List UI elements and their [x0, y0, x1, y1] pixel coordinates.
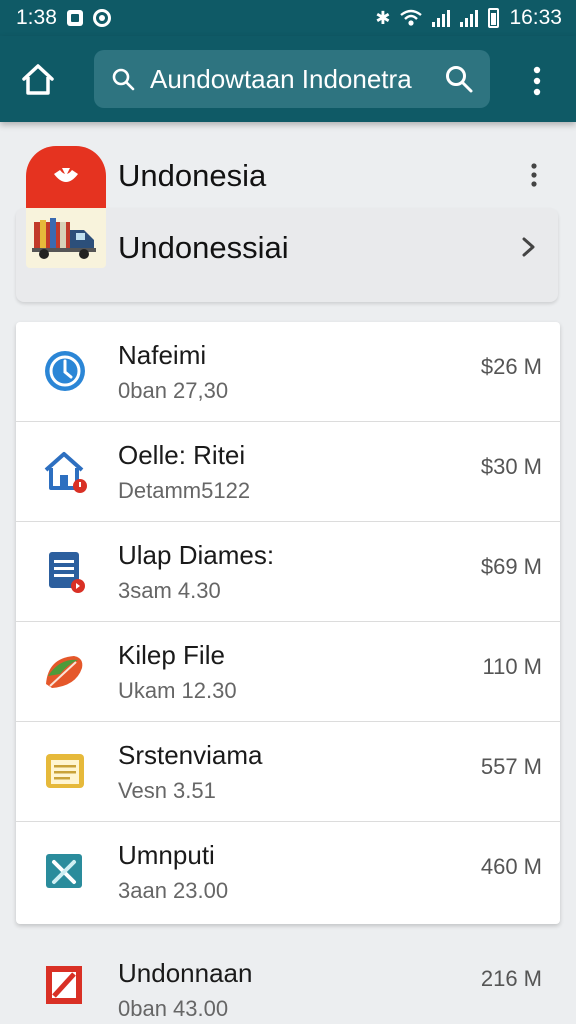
status-bar: 1:38 ✱ 16:33 [0, 0, 576, 36]
app-toolbar [0, 36, 576, 122]
list-item-subtitle: Vesn 3.51 [118, 778, 216, 803]
list-item-bottom[interactable]: Undonnaan 0ban 43.00 216 M [16, 944, 560, 1024]
list-item-subtitle: 0ban 27,30 [118, 378, 229, 403]
list-item-title: Umnputi [118, 840, 215, 870]
search-icon[interactable] [444, 64, 474, 94]
wifi-icon [400, 9, 423, 26]
header-more-vert-icon[interactable] [524, 162, 544, 188]
sync-icon [92, 9, 111, 27]
bluetooth-icon: ✱ [375, 8, 391, 28]
list-item[interactable]: Ulap Diames: 3sam 4.30 $69 M [16, 522, 560, 622]
list-item[interactable]: Oelle: Ritei Detamm5122 $30 M [16, 422, 560, 522]
search-lead-icon [112, 68, 135, 91]
leaf-icon [46, 656, 83, 688]
file-list: Nafeimi 0ban 27,30 $26 M Oelle: Ritei De… [16, 322, 560, 924]
status-left: 1:38 [16, 6, 111, 30]
chevron-right-icon[interactable] [518, 236, 538, 258]
list-item[interactable]: Nafeimi 0ban 27,30 $26 M [16, 322, 560, 422]
signal-icon-2 [460, 9, 479, 27]
list-item-subtitle: Ukam 12.30 [118, 678, 237, 703]
logo-bottom-area [26, 208, 106, 268]
search-input[interactable] [150, 63, 444, 95]
app-header-card: Undonessiai Undonesia [16, 146, 558, 302]
list-item-subtitle: 3aan 23.00 [118, 878, 229, 903]
status-time-right: 16:33 [509, 6, 562, 29]
list-item-subtitle: 3sam 4.30 [118, 578, 221, 603]
more-vert-icon[interactable] [522, 64, 552, 98]
home-icon[interactable] [18, 60, 58, 100]
search-bar[interactable] [94, 50, 490, 108]
list-item-title: Undonnaan [118, 958, 253, 988]
list-item[interactable]: Umnputi 3aan 23.00 460 M [16, 822, 560, 922]
house-icon [44, 452, 87, 493]
list-item-subtitle: Detamm5122 [118, 478, 251, 503]
notepad-icon [46, 754, 84, 788]
list-item-size: $26 M [480, 354, 542, 379]
signal-icon [432, 9, 451, 27]
list-item[interactable]: Srstenviama Vesn 3.51 557 M [16, 722, 560, 822]
pdf-icon [46, 966, 82, 1004]
list-item-title: Srstenviama [118, 740, 263, 770]
list-item-size: 460 M [480, 854, 542, 879]
clock-icon [45, 351, 85, 391]
document-icon [49, 552, 85, 593]
list-item-size: $69 M [480, 554, 542, 579]
header-title: Undonesia [118, 158, 267, 193]
list-item-title: Ulap Diames: [118, 540, 275, 570]
list-item-subtitle: 0ban 43.00 [118, 996, 229, 1021]
list-item-size: 110 M [482, 654, 542, 679]
tools-icon [46, 854, 82, 888]
list-item-size: $30 M [480, 454, 542, 479]
list-item-size: 557 M [480, 754, 542, 779]
notification-icon [66, 10, 83, 26]
subtitle-row-label: Undonessiai [118, 230, 289, 265]
status-time-left: 1:38 [16, 6, 57, 29]
list-item-size: 216 M [480, 966, 542, 991]
list-item-title: Nafeimi [118, 340, 207, 370]
status-right: ✱ 16:33 [375, 6, 562, 30]
logo-emblem-icon [54, 168, 78, 182]
list-item[interactable]: Kilep File Ukam 12.30 110 M [16, 622, 560, 722]
list-item-title: Kilep File [118, 640, 225, 670]
list-item-title: Oelle: Ritei [118, 440, 246, 470]
battery-icon [488, 8, 500, 28]
logo-red-area [26, 146, 106, 208]
truck-icon [32, 218, 96, 259]
app-logo [26, 146, 106, 268]
